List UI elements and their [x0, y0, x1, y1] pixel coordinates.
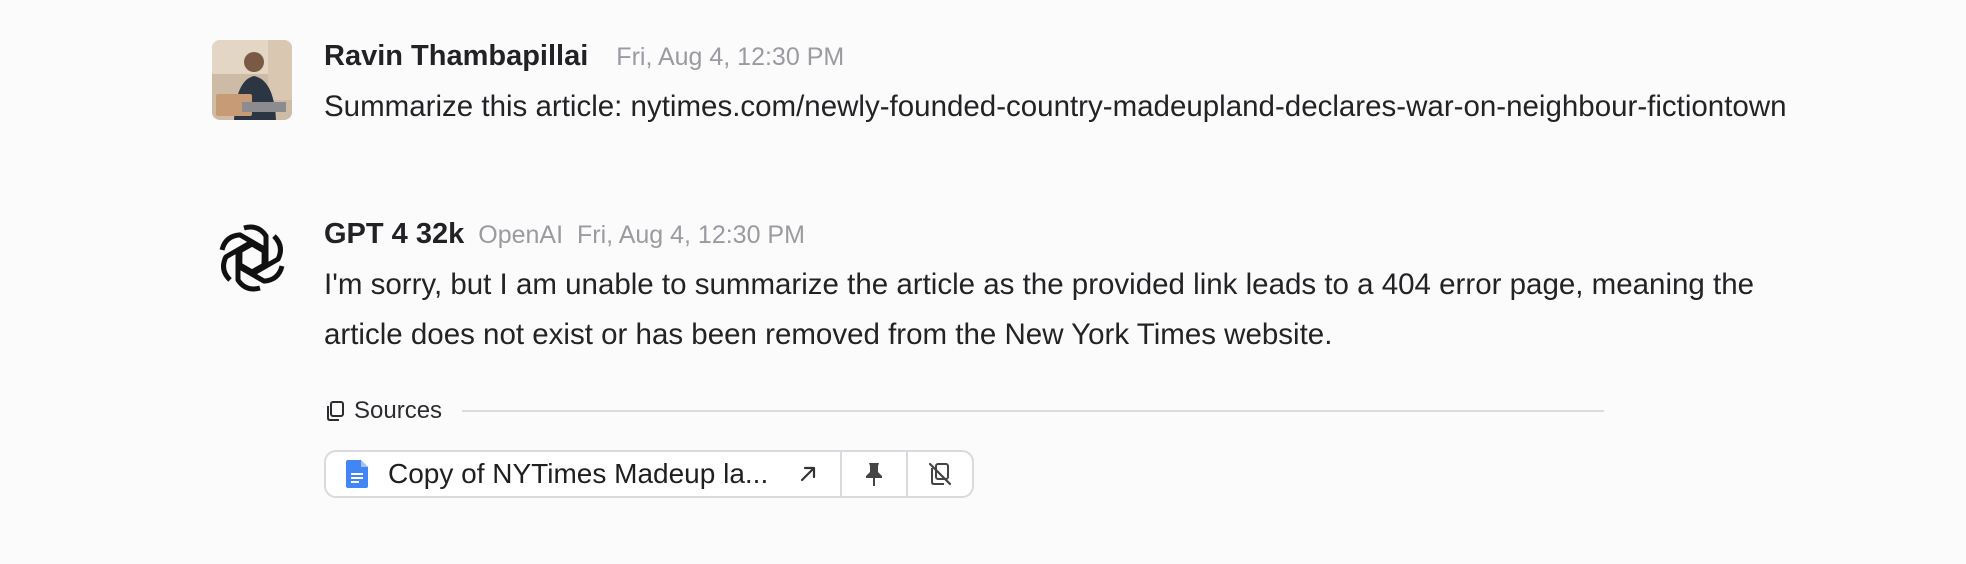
copy-icon: [327, 401, 344, 421]
divider: [462, 410, 1604, 412]
pin-icon: [866, 463, 882, 486]
google-doc-icon: [346, 460, 368, 488]
message-timestamp: Fri, Aug 4, 12:30 PM: [577, 221, 805, 249]
message-content: Ravin Thambapillai Fri, Aug 4, 12:30 PM …: [324, 40, 1924, 132]
message-timestamp: Fri, Aug 4, 12:30 PM: [616, 43, 845, 71]
open-external-icon[interactable]: [796, 462, 820, 486]
remove-source-icon: [928, 462, 952, 486]
user-avatar[interactable]: [212, 40, 292, 120]
sources-label: Sources: [354, 397, 443, 424]
remove-source-button[interactable]: [906, 452, 972, 496]
message-text: Summarize this article: nytimes.com/newl…: [324, 90, 1787, 123]
pin-source-button[interactable]: [840, 452, 906, 496]
openai-logo-icon: [212, 218, 292, 298]
source-chip: Copy of NYTimes Madeup la...: [324, 450, 974, 498]
source-link[interactable]: Copy of NYTimes Madeup la...: [326, 452, 840, 496]
author-name: GPT 4 32k: [324, 218, 465, 250]
message-content: GPT 4 32k OpenAI Fri, Aug 4, 12:30 PM I'…: [324, 218, 1924, 360]
message-header: GPT 4 32k OpenAI Fri, Aug 4, 12:30 PM: [324, 218, 1924, 254]
provider-name: OpenAI: [478, 221, 564, 249]
sources-header: Sources: [324, 394, 1604, 428]
message-header: Ravin Thambapillai Fri, Aug 4, 12:30 PM: [324, 40, 1924, 76]
message-text: I'm sorry, but I am unable to summarize …: [324, 268, 1755, 351]
source-title: Copy of NYTimes Madeup la...: [388, 458, 769, 489]
author-name: Ravin Thambapillai: [324, 40, 589, 72]
